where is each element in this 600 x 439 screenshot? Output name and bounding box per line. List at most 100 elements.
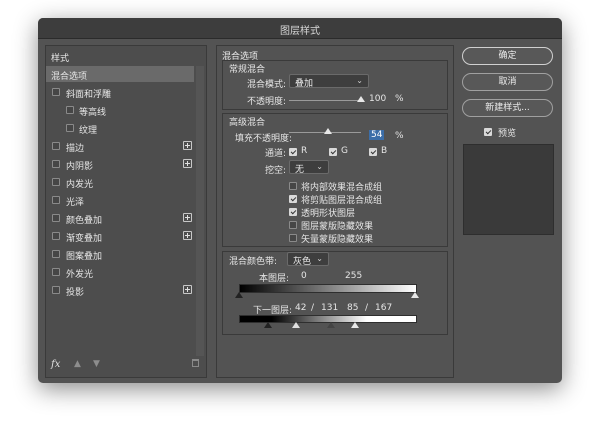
trash-icon[interactable] — [192, 359, 199, 367]
sidebar-item-texture[interactable]: 纹理 — [46, 120, 194, 136]
opacity-slider-track[interactable] — [289, 100, 361, 101]
checkbox[interactable] — [52, 250, 60, 258]
blend-if-value: 灰色 — [293, 257, 312, 267]
sidebar-item-inner-glow[interactable]: 内发光 — [46, 174, 194, 190]
checkbox[interactable] — [52, 214, 60, 222]
sidebar-item-label: 光泽 — [66, 198, 85, 208]
checkbox[interactable] — [52, 286, 60, 294]
vector-mask-hides-effects-checkbox[interactable] — [289, 234, 297, 242]
add-color-overlay-icon[interactable] — [183, 213, 192, 222]
sidebar-item-blending-options[interactable]: 混合选项 — [46, 66, 194, 82]
knockout-dropdown[interactable]: 无 ⌄ — [289, 160, 329, 175]
separator: / — [311, 303, 315, 313]
add-drop-shadow-icon[interactable] — [183, 285, 192, 294]
blend-mode-value: 叠加 — [295, 79, 314, 89]
opacity-value[interactable]: 100 — [369, 94, 386, 104]
sidebar-item-drop-shadow[interactable]: 投影 — [46, 282, 194, 298]
chevron-down-icon: ⌄ — [316, 254, 323, 263]
underlying-black-slider-right[interactable] — [292, 322, 300, 328]
channels-label: 通道: — [265, 149, 287, 159]
move-down-icon[interactable]: ▼ — [93, 359, 100, 369]
add-gradient-overlay-icon[interactable] — [183, 231, 192, 240]
cancel-button[interactable]: 取消 — [462, 73, 553, 91]
sidebar-item-stroke[interactable]: 描边 — [46, 138, 194, 154]
underlying-white-slider-right[interactable] — [351, 322, 359, 328]
advanced-blending-group: 高级混合 填充不透明度: 54 % 通道: R G B 挖空: 无 ⌄ 将内部效… — [222, 113, 448, 247]
checkbox[interactable] — [52, 178, 60, 186]
sidebar-item-bevel-emboss[interactable]: 斜面和浮雕 — [46, 84, 194, 100]
new-style-button[interactable]: 新建样式... — [462, 99, 553, 117]
sidebar-item-label: 等高线 — [79, 108, 107, 118]
checkbox[interactable] — [52, 196, 60, 204]
chevron-down-icon: ⌄ — [316, 162, 323, 171]
this-layer-black-slider[interactable] — [235, 292, 243, 298]
checkbox[interactable] — [66, 106, 74, 114]
option-label: 将内部效果混合成组 — [301, 183, 383, 193]
blending-options-panel: 混合选项 常规混合 混合模式: 叠加 ⌄ 不透明度: 100 % 高级混合 填充… — [216, 45, 454, 378]
sidebar-item-pattern-overlay[interactable]: 图案叠加 — [46, 246, 194, 262]
move-up-icon[interactable]: ▲ — [74, 359, 81, 369]
checkbox[interactable] — [52, 160, 60, 168]
list-scrollbar[interactable] — [196, 66, 204, 356]
underlying-white-slider-left[interactable] — [327, 322, 335, 328]
ok-button[interactable]: 确定 — [462, 47, 553, 65]
sidebar-item-label: 投影 — [66, 288, 85, 298]
checkbox[interactable] — [52, 88, 60, 96]
group-title: 常规混合 — [229, 65, 266, 75]
dialog-title: 图层样式 — [280, 26, 320, 37]
channel-g-checkbox[interactable] — [329, 148, 337, 156]
channel-b-checkbox[interactable] — [369, 148, 377, 156]
underlying-black-slider-left[interactable] — [264, 322, 272, 328]
sidebar-item-contour[interactable]: 等高线 — [46, 102, 194, 118]
this-layer-high-value: 255 — [345, 271, 363, 281]
opacity-slider-thumb[interactable] — [357, 96, 365, 102]
preview-checkbox[interactable] — [484, 128, 492, 136]
blend-clipped-layers-checkbox[interactable] — [289, 195, 297, 203]
styles-header: 样式 — [51, 54, 70, 64]
channel-r-checkbox[interactable] — [289, 148, 297, 156]
blend-if-group: 混合颜色带: 灰色 ⌄ 本图层: 0 255 下一图层: 42 / 131 85… — [222, 251, 448, 335]
title-bar: 图层样式 — [38, 18, 562, 39]
transparency-shapes-layer-checkbox[interactable] — [289, 208, 297, 216]
underlying-value-c: 85 — [347, 303, 359, 313]
knockout-value: 无 — [295, 165, 305, 175]
sidebar-item-satin[interactable]: 光泽 — [46, 192, 194, 208]
chevron-down-icon: ⌄ — [356, 76, 363, 85]
checkbox[interactable] — [52, 268, 60, 276]
blend-interior-effects-checkbox[interactable] — [289, 182, 297, 190]
fill-opacity-slider-thumb[interactable] — [323, 128, 332, 134]
underlying-value-b: 131 — [321, 303, 339, 313]
underlying-value-a: 42 — [295, 303, 307, 313]
sidebar-item-inner-shadow[interactable]: 内阴影 — [46, 156, 194, 172]
this-layer-white-slider[interactable] — [411, 292, 419, 298]
layer-style-dialog: 图层样式 样式 混合选项 斜面和浮雕 等高线 纹理 描边 内阴影 内发光 光泽 … — [38, 18, 562, 383]
knockout-label: 挖空: — [265, 166, 287, 176]
add-inner-shadow-icon[interactable] — [183, 159, 192, 168]
sidebar-item-label: 描边 — [66, 144, 85, 154]
checkbox[interactable] — [52, 142, 60, 150]
sidebar-item-outer-glow[interactable]: 外发光 — [46, 264, 194, 280]
sidebar-item-gradient-overlay[interactable]: 渐变叠加 — [46, 228, 194, 244]
fill-opacity-value[interactable]: 54 — [369, 130, 385, 140]
option-label: 透明形状图层 — [301, 209, 356, 219]
sidebar-item-label: 斜面和浮雕 — [66, 90, 112, 100]
blend-if-dropdown[interactable]: 灰色 ⌄ — [287, 252, 329, 267]
sidebar-item-label: 内阴影 — [66, 162, 94, 172]
checkbox[interactable] — [52, 232, 60, 240]
this-layer-gradient-bar[interactable] — [239, 284, 417, 293]
sidebar-item-label: 渐变叠加 — [66, 234, 103, 244]
sidebar-item-label: 内发光 — [66, 180, 94, 190]
blend-mode-label: 混合模式: — [247, 80, 287, 90]
separator: / — [365, 303, 369, 313]
sidebar-item-label: 图案叠加 — [66, 252, 103, 262]
add-stroke-icon[interactable] — [183, 141, 192, 150]
sidebar-item-color-overlay[interactable]: 颜色叠加 — [46, 210, 194, 226]
fill-opacity-label: 填充不透明度: — [235, 134, 293, 144]
layer-mask-hides-effects-checkbox[interactable] — [289, 221, 297, 229]
checkbox[interactable] — [66, 124, 74, 132]
sidebar-item-label: 混合选项 — [51, 72, 88, 82]
sidebar-item-label: 颜色叠加 — [66, 216, 103, 226]
fx-icon[interactable]: fx — [51, 359, 60, 370]
blend-mode-dropdown[interactable]: 叠加 ⌄ — [289, 74, 369, 89]
blend-if-label: 混合颜色带: — [229, 257, 278, 267]
